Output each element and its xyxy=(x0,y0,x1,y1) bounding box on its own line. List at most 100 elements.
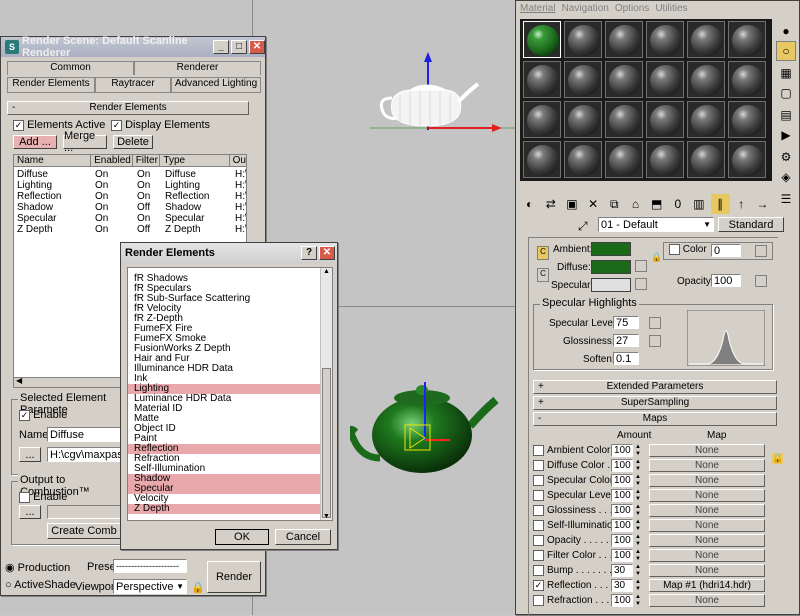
close-button[interactable]: ✕ xyxy=(249,40,265,54)
create-combustion-button[interactable]: Create Comb xyxy=(47,523,121,539)
scroll-down-icon[interactable]: ▼ xyxy=(323,513,330,520)
map-amount-field[interactable]: 30 xyxy=(611,564,633,577)
spinner-icon[interactable]: ▲ ▼ xyxy=(634,594,642,608)
extended-parameters-rollout[interactable]: + Extended Parameters xyxy=(533,380,777,394)
column-filter[interactable]: Filter xyxy=(133,155,161,166)
ok-button[interactable]: OK xyxy=(215,529,269,545)
self-illum-value-field[interactable]: 0 xyxy=(711,244,741,257)
go-forward-sibling-icon[interactable]: → xyxy=(753,194,772,214)
table-row[interactable]: Specular On On Specular H:\ xyxy=(14,213,246,224)
material-type-button[interactable]: Standard xyxy=(718,217,784,232)
video-color-check-icon[interactable]: ▤ xyxy=(776,105,796,125)
map-amount-field[interactable]: 100 xyxy=(611,594,633,607)
material-sample-slot[interactable] xyxy=(687,101,725,138)
spinner-icon[interactable]: ▲ ▼ xyxy=(634,564,642,578)
material-sample-slot[interactable] xyxy=(523,141,561,178)
get-material-icon[interactable]: ◐ xyxy=(520,194,539,214)
activeshade-radio-row[interactable]: ○ ActiveShade xyxy=(5,579,76,591)
opacity-field[interactable]: 100 xyxy=(711,274,741,287)
lock-ambient-diffuse-icon[interactable]: C xyxy=(537,246,549,260)
scroll-left-icon[interactable]: ◀ xyxy=(16,376,22,385)
go-to-parent-icon[interactable]: ↑ xyxy=(732,194,751,214)
table-row[interactable]: Lighting On On Lighting H:\ xyxy=(14,180,246,191)
options-icon[interactable]: ⚙ xyxy=(776,147,796,167)
tab-advanced-lighting[interactable]: Advanced Lighting xyxy=(171,77,261,93)
spinner-icon[interactable]: ▲ ▼ xyxy=(634,444,642,458)
map-amount-field[interactable]: 100 xyxy=(611,489,633,502)
map-amount-field[interactable]: 100 xyxy=(611,534,633,547)
column-name[interactable]: Name xyxy=(14,155,92,166)
map-enable-checkbox[interactable]: ✓ xyxy=(533,580,544,591)
list-item[interactable]: Illuminance HDR Data xyxy=(128,364,320,374)
map-slot-button[interactable]: None xyxy=(649,534,765,547)
column-type[interactable]: Type xyxy=(160,155,230,166)
map-enable-checkbox[interactable] xyxy=(533,595,544,606)
lock-icon[interactable]: 🔒 xyxy=(772,453,784,464)
browse-path-button[interactable]: ... xyxy=(19,447,41,462)
activeshade-radio-icon[interactable]: ○ xyxy=(5,579,12,591)
render-elements-rollout[interactable]: - Render Elements xyxy=(7,101,249,115)
output-path-field[interactable]: H:\cgv\maxpass\0 xyxy=(47,447,121,462)
make-preview-icon[interactable]: ▶ xyxy=(776,125,796,145)
specular-map-button[interactable] xyxy=(635,278,647,290)
opacity-map-button[interactable] xyxy=(755,275,767,287)
show-map-icon[interactable]: ▥ xyxy=(689,194,708,214)
map-slot-button[interactable]: None xyxy=(649,489,765,502)
combustion-enable-row[interactable]: Enable xyxy=(19,491,67,503)
assign-to-selection-icon[interactable]: ▣ xyxy=(562,194,581,214)
material-effects-channel-icon[interactable]: 0 xyxy=(668,194,687,214)
material-sample-slot[interactable] xyxy=(605,61,643,98)
map-enable-checkbox[interactable] xyxy=(533,475,544,486)
tab-renderer[interactable]: Renderer xyxy=(134,61,261,75)
material-navigator-icon[interactable]: ☰ xyxy=(776,189,796,209)
elements-active-checkbox[interactable]: ✓ xyxy=(13,119,24,131)
preset-dropdown[interactable]: --------------------- xyxy=(113,559,187,573)
map-slot-button[interactable]: None xyxy=(649,504,765,517)
map-slot-button[interactable]: None xyxy=(649,474,765,487)
material-sample-slot[interactable] xyxy=(564,21,602,58)
ambient-color-swatch[interactable] xyxy=(591,242,631,256)
sample-uv-tiling-icon[interactable]: ▢ xyxy=(776,83,796,103)
map-slot-button[interactable]: None xyxy=(649,444,765,457)
material-sample-slot[interactable] xyxy=(646,141,684,178)
table-row[interactable]: Diffuse On On Diffuse H:\ xyxy=(14,169,246,180)
spinner-icon[interactable]: ▲ ▼ xyxy=(634,549,642,563)
map-slot-button[interactable]: None xyxy=(649,594,765,607)
material-sample-slot[interactable] xyxy=(728,21,766,58)
material-sample-slot[interactable] xyxy=(646,21,684,58)
material-sample-slot[interactable] xyxy=(687,141,725,178)
scroll-up-icon[interactable]: ▲ xyxy=(323,268,330,275)
map-enable-checkbox[interactable] xyxy=(533,460,544,471)
map-slot-button[interactable]: None xyxy=(649,459,765,472)
menu-navigation[interactable]: Navigation xyxy=(562,3,609,17)
table-row[interactable]: Shadow On Off Shadow H:\ xyxy=(14,202,246,213)
display-elements-checkbox[interactable]: ✓ xyxy=(111,119,122,131)
map-slot-button[interactable]: None xyxy=(649,519,765,532)
spinner-icon[interactable]: ▲ ▼ xyxy=(634,519,642,533)
supersampling-rollout[interactable]: + SuperSampling xyxy=(533,396,777,410)
material-sample-slot[interactable] xyxy=(646,101,684,138)
minimize-button[interactable]: _ xyxy=(213,40,229,54)
elements-type-list[interactable]: fR Shadows fR Speculars fR Sub-Surface Sca… xyxy=(127,267,333,521)
reset-icon[interactable]: ✕ xyxy=(584,194,603,214)
tab-render-elements[interactable]: Render Elements xyxy=(7,77,95,93)
production-radio-icon[interactable]: ◉ xyxy=(5,562,15,574)
viewport-dropdown[interactable]: Perspective ▼ xyxy=(113,579,187,594)
table-row[interactable]: Reflection On On Reflection H:\ xyxy=(14,191,246,202)
combustion-enable-checkbox[interactable] xyxy=(19,491,30,503)
specular-color-swatch[interactable] xyxy=(591,278,631,292)
material-sample-slot[interactable] xyxy=(605,101,643,138)
add-element-button[interactable]: Add ... xyxy=(13,135,57,149)
menu-options[interactable]: Options xyxy=(615,3,649,17)
spinner-icon[interactable]: ▲ ▼ xyxy=(634,474,642,488)
merge-button[interactable]: Merge ... xyxy=(63,130,107,154)
scrollbar-thumb[interactable] xyxy=(322,368,331,518)
material-sample-slot[interactable] xyxy=(605,21,643,58)
material-sample-slot[interactable] xyxy=(728,141,766,178)
maximize-button[interactable]: □ xyxy=(231,40,247,54)
map-slot-button[interactable]: None xyxy=(649,564,765,577)
show-end-result-icon[interactable]: ∥ xyxy=(710,194,730,214)
make-unique-icon[interactable]: ⌂ xyxy=(626,194,645,214)
copy-material-icon[interactable]: ⧉ xyxy=(605,194,624,214)
map-enable-checkbox[interactable] xyxy=(533,520,544,531)
